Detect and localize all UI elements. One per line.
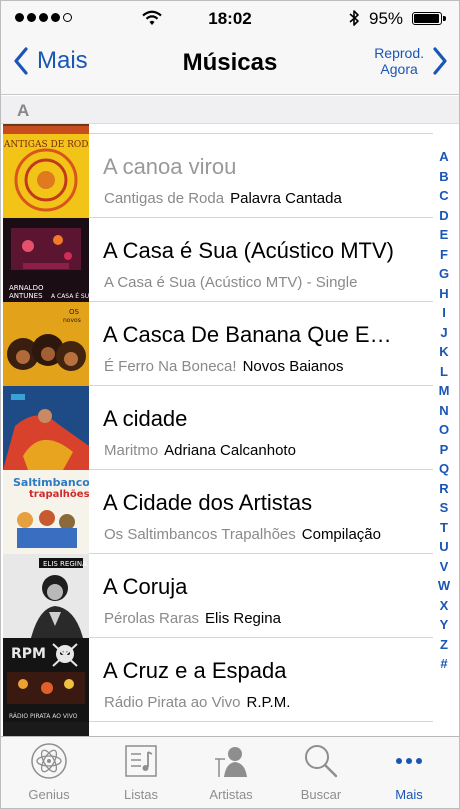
album-art: RPM RÁDIO PIRATA AO VIVO [3, 638, 89, 722]
index-letter[interactable]: P [440, 440, 449, 460]
song-row[interactable]: A cidade Maritmo Adriana Calcanhoto [1, 386, 433, 470]
index-letter[interactable]: I [442, 303, 446, 323]
album-art: ELIS REGINA [3, 554, 89, 638]
index-letter[interactable]: W [438, 576, 450, 596]
svg-text:OS: OS [69, 308, 80, 316]
song-row[interactable]: ELIS REGINA A Coruja Pérolas Raras Elis R… [1, 554, 433, 638]
svg-text:CANTIGAS DE RODA: CANTIGAS DE RODA [3, 140, 89, 150]
tab-label: Listas [124, 787, 158, 802]
index-letter[interactable]: J [440, 323, 447, 343]
svg-text:ELIS REGINA: ELIS REGINA [43, 560, 87, 568]
tab-label: Genius [28, 787, 70, 802]
song-title: A Cruz e a Espada [103, 658, 287, 683]
album-art: OS novos [3, 302, 89, 386]
song-subtitle: Rádio Pirata ao Vivo R.P.M. [104, 694, 291, 711]
chevron-right-icon [433, 47, 447, 75]
genius-atom-icon [31, 743, 67, 779]
song-row[interactable]: RPM RÁDIO PIRATA AO VIVO A Cruz e a Espa… [1, 638, 433, 722]
navigation-bar: Mais Músicas Reprod. Agora [1, 35, 459, 95]
song-subtitle: É Ferro Na Boneca! Novos Baianos [104, 358, 344, 375]
svg-text:ARNALDO: ARNALDO [9, 284, 44, 292]
tab-label: Mais [395, 787, 423, 802]
song-subtitle: Maritmo Adriana Calcanhoto [104, 442, 296, 459]
song-title: A cidade [103, 406, 188, 431]
song-row[interactable]: CANTIGAS DE RODA A canoa virou Cantigas … [1, 134, 433, 218]
index-letter[interactable]: # [440, 654, 447, 674]
status-bar: 18:02 95% [1, 1, 459, 35]
index-letter[interactable]: C [439, 186, 448, 206]
song-title: A Casca De Banana Que Eu Pisei [103, 322, 403, 347]
svg-text:ANTUNES: ANTUNES [9, 292, 43, 300]
tab-artistas[interactable]: Artistas [185, 737, 277, 808]
tab-label: Artistas [209, 787, 253, 802]
index-letter[interactable]: Z [440, 635, 448, 655]
index-letter[interactable]: Q [439, 459, 449, 479]
now-playing-button[interactable]: Reprod. Agora [374, 45, 447, 77]
song-title: A Casa é Sua (Acústico MTV) [103, 238, 394, 263]
index-letter[interactable]: M [439, 381, 450, 401]
album-art [3, 386, 89, 470]
song-subtitle: Os Saltimbancos Trapalhões Compilação [104, 526, 381, 543]
song-row[interactable]: OS novos A Casca De Banana Que Eu Pisei … [1, 302, 433, 386]
song-title: A canoa virou [103, 154, 237, 179]
bluetooth-icon [349, 10, 359, 26]
song-title: A Coruja [103, 574, 188, 599]
album-art: Saltimbancos trapalhões [3, 470, 89, 554]
tab-genius[interactable]: Genius [3, 737, 95, 808]
index-letter[interactable]: G [439, 264, 449, 284]
song-subtitle: Cantigas de Roda Palavra Cantada [104, 190, 342, 207]
song-title: A Cidade dos Artistas [103, 490, 313, 515]
song-subtitle: Pérolas Raras Elis Regina [104, 610, 281, 627]
alphabet-index[interactable]: A B C D E F G H I J K L M N O P Q R S T … [433, 147, 455, 674]
svg-text:Saltimbancos: Saltimbancos [13, 476, 89, 489]
index-letter[interactable]: E [440, 225, 449, 245]
song-list[interactable]: CANTIGAS DE RODA A canoa virou Cantigas … [1, 124, 433, 736]
now-playing-label: Reprod. Agora [374, 45, 424, 77]
search-icon [305, 745, 338, 778]
svg-text:RPM: RPM [11, 646, 46, 662]
index-letter[interactable]: H [439, 284, 448, 304]
song-row[interactable]: Saltimbancos trapalhões A Cidade dos Art… [1, 470, 433, 554]
artist-icon [215, 747, 247, 777]
section-header: A [1, 96, 459, 124]
album-art [3, 124, 89, 134]
index-letter[interactable]: D [439, 206, 448, 226]
index-letter[interactable]: A [439, 147, 448, 167]
svg-text:A CASA É SUA: A CASA É SUA [51, 292, 89, 300]
music-app-screen: 18:02 95% Mais Músicas Reprod. Agora A A… [0, 0, 460, 809]
index-letter[interactable]: S [440, 498, 449, 518]
index-letter[interactable]: N [439, 401, 448, 421]
index-letter[interactable]: K [439, 342, 448, 362]
song-row-partial[interactable] [1, 722, 433, 736]
tab-bar: Genius Listas Artistas Buscar Mais [1, 736, 459, 808]
index-letter[interactable]: L [440, 362, 448, 382]
album-art [3, 722, 89, 736]
index-letter[interactable]: Y [440, 615, 449, 635]
tab-label: Buscar [300, 787, 342, 802]
index-letter[interactable]: F [440, 245, 448, 265]
album-art: ARNALDO ANTUNES A CASA É SUA [3, 218, 89, 302]
more-icon [396, 758, 422, 764]
tab-buscar[interactable]: Buscar [275, 737, 367, 808]
tab-mais[interactable]: Mais [363, 737, 455, 808]
index-letter[interactable]: B [439, 167, 448, 187]
index-letter[interactable]: V [440, 557, 449, 577]
tab-listas[interactable]: Listas [95, 737, 187, 808]
index-letter[interactable]: U [439, 537, 448, 557]
album-art: CANTIGAS DE RODA [3, 134, 89, 218]
svg-text:novos: novos [63, 317, 81, 324]
svg-text:RÁDIO PIRATA AO VIVO: RÁDIO PIRATA AO VIVO [9, 713, 78, 720]
battery-icon [412, 12, 446, 25]
index-letter[interactable]: O [439, 420, 449, 440]
song-row-partial[interactable] [1, 124, 433, 134]
index-letter[interactable]: T [440, 518, 448, 538]
song-subtitle: A Casa é Sua (Acústico MTV) - Single [104, 274, 358, 291]
section-letter: A [17, 101, 30, 120]
svg-text:trapalhões: trapalhões [29, 489, 89, 500]
battery-percentage: 95% [369, 9, 404, 28]
index-letter[interactable]: R [439, 479, 448, 499]
index-letter[interactable]: X [440, 596, 449, 616]
playlist-icon [125, 745, 157, 777]
song-row[interactable]: ARNALDO ANTUNES A CASA É SUA A Casa é Su… [1, 218, 433, 302]
